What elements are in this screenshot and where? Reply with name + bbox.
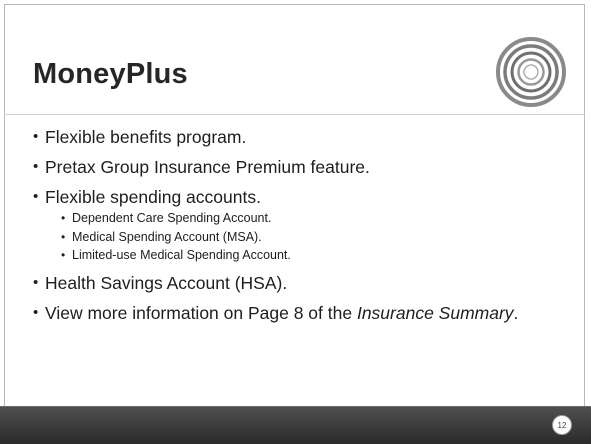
bullet-item-fsa: Flexible spending accounts. Dependent Ca… bbox=[33, 185, 553, 265]
concentric-circles-logo-icon bbox=[496, 37, 566, 107]
sub-bullet-item: Medical Spending Account (MSA). bbox=[45, 228, 553, 247]
page-number-badge: 12 bbox=[552, 415, 572, 435]
footer-bar bbox=[0, 407, 591, 444]
sub-bullet-list: Dependent Care Spending Account. Medical… bbox=[45, 209, 553, 265]
insurance-summary-link-text: Insurance Summary bbox=[356, 302, 514, 323]
bullet-list: Flexible benefits program. Pretax Group … bbox=[33, 119, 553, 325]
bullet-item: Pretax Group Insurance Premium feature. bbox=[33, 155, 553, 179]
title-divider bbox=[4, 114, 585, 115]
slide: MoneyPlus Flexible benefits program. Pre… bbox=[0, 0, 591, 444]
bullet-text: Flexible spending accounts. bbox=[45, 187, 261, 207]
more-info-prefix: View more information on Page 8 of the bbox=[45, 302, 357, 323]
slide-title: MoneyPlus bbox=[33, 58, 188, 90]
sub-bullet-item: Dependent Care Spending Account. bbox=[45, 209, 553, 228]
sub-bullet-item: Limited-use Medical Spending Account. bbox=[45, 246, 553, 265]
bullet-item: Health Savings Account (HSA). bbox=[33, 271, 553, 295]
more-info-suffix: . bbox=[513, 302, 519, 323]
bullet-item-more-info: View more information on Page 8 of the I… bbox=[33, 301, 553, 325]
bullet-item: Flexible benefits program. bbox=[33, 125, 553, 149]
